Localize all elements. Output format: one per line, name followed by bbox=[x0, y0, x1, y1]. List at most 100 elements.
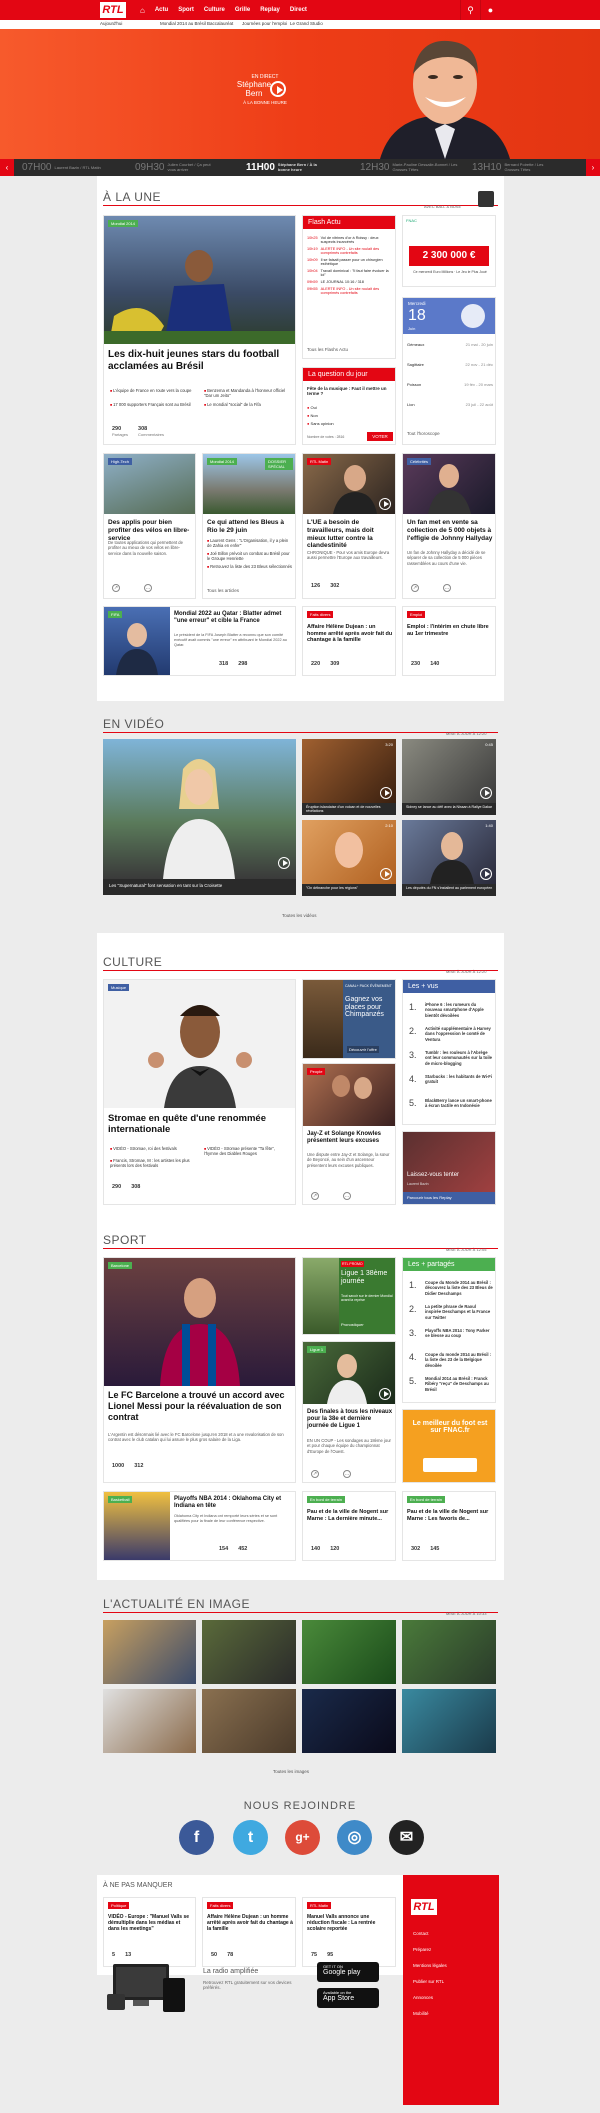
comment-icon[interactable]: … bbox=[343, 1470, 351, 1478]
category-tag[interactable]: Politique bbox=[108, 1902, 130, 1909]
category-tag[interactable]: High-Tech bbox=[108, 458, 133, 465]
share-icon[interactable]: ↗ bbox=[112, 584, 120, 592]
video-card[interactable]: 1:40 Les députés du FN s'installent au p… bbox=[402, 820, 496, 896]
instagram-icon[interactable]: ◎ bbox=[337, 1820, 372, 1855]
ranked-link[interactable]: Mondial 2014 au Brésil : Franck Ribéry "… bbox=[425, 1376, 493, 1392]
gallery-image[interactable] bbox=[202, 1689, 296, 1753]
footer-link[interactable]: Publier sur RTL bbox=[413, 1979, 444, 1984]
article-card[interactable]: High-Tech Des applis pour bien profiter … bbox=[103, 453, 196, 599]
category-tag[interactable]: RTL Matin bbox=[307, 1902, 332, 1909]
footer-logo[interactable]: RTL bbox=[411, 1899, 437, 1915]
lead-article-title[interactable]: Stromae en quête d'une renommée internat… bbox=[108, 1113, 288, 1136]
article-title[interactable]: Playoffs NBA 2014 : Oklahoma City et Ind… bbox=[174, 1496, 292, 1510]
related-link[interactable]: Laurent Gens : "L'Organisation, il y a p… bbox=[207, 538, 293, 549]
play-icon[interactable] bbox=[480, 868, 492, 880]
ad-cta[interactable]: Découvrir l'offre bbox=[347, 1046, 379, 1053]
play-icon[interactable] bbox=[379, 1388, 391, 1400]
lead-article-card[interactable]: Mondial 2014 Les dix-huit jeunes stars d… bbox=[103, 215, 296, 445]
related-link[interactable]: 17 000 supporters Français sont au Brési… bbox=[110, 402, 195, 407]
footer-link[interactable]: Mentions légales bbox=[413, 1963, 447, 1968]
category-tag[interactable]: FIFA bbox=[108, 611, 123, 618]
lead-article-title[interactable]: Les dix-huit jeunes stars du football ac… bbox=[108, 349, 288, 373]
video-title[interactable]: Sidney se lance au défi avec la Nissan à… bbox=[406, 805, 494, 809]
category-tag[interactable]: Ligue 1 bbox=[307, 1346, 327, 1353]
ranked-link[interactable]: Coupe du monde 2014 au Brésil : la liste… bbox=[425, 1352, 493, 1368]
category-tag[interactable]: Musique bbox=[108, 984, 130, 991]
video-title[interactable]: Les députés du FN s'installent au parlem… bbox=[406, 886, 494, 890]
nav-culture[interactable]: Culture bbox=[204, 7, 225, 13]
video-title[interactable]: "On débranche pour les régions" bbox=[306, 886, 394, 890]
google-plus-icon[interactable]: g+ bbox=[285, 1820, 320, 1855]
share-icon[interactable]: ↗ bbox=[411, 584, 419, 592]
ranked-link[interactable]: iPhone 6 : les rumeurs du nouveau smartp… bbox=[425, 1002, 493, 1018]
nav-actu[interactable]: Actu bbox=[155, 7, 168, 13]
related-link[interactable]: L'équipe de France en route vers la coup… bbox=[110, 388, 195, 393]
rtl-logo[interactable]: RTL bbox=[100, 2, 126, 18]
video-card[interactable]: 2:10 "On débranche pour les régions" bbox=[302, 820, 396, 896]
related-link[interactable]: Joé Billon prévoit un combat au Brésil p… bbox=[207, 551, 293, 562]
article-card[interactable]: Faits divers Affaire Hélène Dujean : un … bbox=[202, 1897, 296, 1967]
schedule-item[interactable]: 07H00 Laurent Bazin / RTL Matin bbox=[22, 162, 102, 173]
comment-icon[interactable]: … bbox=[144, 584, 152, 592]
gallery-image[interactable] bbox=[302, 1689, 396, 1753]
user-icon[interactable]: ● bbox=[480, 0, 500, 20]
article-title[interactable]: Affaire Hélène Dujean : un homme arrêté … bbox=[307, 624, 393, 644]
video-card[interactable]: 3:20 Éruption islandaise d'un volcan et … bbox=[302, 739, 396, 815]
article-card[interactable]: Mondial 2014 DOSSIER SPÉCIAL Ce qui atte… bbox=[202, 453, 296, 599]
vote-button[interactable]: VOTER bbox=[367, 432, 393, 441]
article-card[interactable]: Ligue 1 Des finales à tous les niveaux p… bbox=[302, 1341, 396, 1483]
related-link[interactable]: Francis, Stromae, M : les artistes les p… bbox=[110, 1158, 195, 1169]
related-link[interactable]: VIDÉO - Stromae, roi des festivals bbox=[110, 1146, 195, 1151]
category-tag[interactable]: Faits divers bbox=[207, 1902, 234, 1909]
play-icon[interactable] bbox=[278, 857, 290, 869]
category-tag[interactable]: Emploi bbox=[407, 611, 426, 618]
replay-promo[interactable]: Laissez-vous tenter Laurent Bazin Parcou… bbox=[402, 1131, 496, 1205]
article-card[interactable]: En bord de terrain Pau et de la ville de… bbox=[402, 1491, 496, 1561]
play-icon[interactable] bbox=[480, 787, 492, 799]
chevron-right-icon[interactable]: › bbox=[586, 159, 600, 176]
sign-item[interactable]: Lion 23 juil - 22 août bbox=[407, 402, 493, 422]
comment-icon[interactable]: … bbox=[443, 584, 451, 592]
replay-button[interactable]: Parcourir tous les Replay bbox=[403, 1192, 495, 1204]
related-link[interactable]: Le mondial "social" de la Fifa bbox=[204, 402, 289, 407]
ranked-link[interactable]: BlackBerry lance un smart-phone à écran … bbox=[425, 1098, 493, 1109]
live-hero-banner[interactable]: EN DIRECT Stéphane Bern À LA BONNE HEURE bbox=[0, 29, 600, 159]
lead-article-title[interactable]: Le FC Barcelone a trouvé un accord avec … bbox=[108, 1390, 292, 1422]
gallery-image[interactable] bbox=[103, 1689, 196, 1753]
nav-replay[interactable]: Replay bbox=[260, 7, 280, 13]
jackpot-ad[interactable]: FNAC 2 300 000 € Ce mercredi Euro Millio… bbox=[402, 215, 496, 287]
category-tag[interactable]: Barcelone bbox=[108, 1262, 133, 1269]
ranked-link[interactable]: Starbucks : les habitants de Wi-Fi gratu… bbox=[425, 1074, 493, 1085]
gallery-image[interactable] bbox=[202, 1620, 296, 1684]
subbar-link[interactable]: Baccalauréat bbox=[207, 21, 233, 26]
video-title[interactable]: Les "Supernatural" font sensation en tan… bbox=[109, 883, 222, 888]
category-tag[interactable]: En bord de terrain bbox=[407, 1496, 446, 1503]
chevron-left-icon[interactable]: ‹ bbox=[0, 159, 14, 176]
category-tag[interactable]: Mondial 2014 bbox=[108, 220, 139, 227]
canal-ad[interactable]: CANAL+ PACK ÉVÈNEMENT Gagnez vos places … bbox=[302, 979, 396, 1059]
google-play-button[interactable]: GET IT ON Google play bbox=[317, 1962, 379, 1982]
subbar-link[interactable]: Mondial 2014 au Brésil bbox=[160, 21, 206, 26]
comment-icon[interactable]: … bbox=[343, 1192, 351, 1200]
lead-video-card[interactable]: Les "Supernatural" font sensation en tan… bbox=[103, 739, 296, 895]
poll-option[interactable]: ● Sans opinion bbox=[307, 420, 334, 428]
ranked-link[interactable]: Activité supplémentaire à Harvey dans l'… bbox=[425, 1026, 493, 1042]
schedule-item[interactable]: 12H30 Marie-Pauline Dessalle-Bonnet / Les… bbox=[360, 162, 462, 173]
flash-item[interactable]: 09h59 LE JOURNAL 10:16 / 318 bbox=[307, 280, 393, 284]
article-card[interactable]: Faits divers Affaire Hélène Dujean : un … bbox=[302, 606, 396, 676]
home-icon[interactable]: ⌂ bbox=[140, 6, 145, 15]
category-tag[interactable]: Célébrités bbox=[407, 458, 432, 465]
article-title[interactable]: Affaire Hélène Dujean : un homme arrêté … bbox=[207, 1914, 293, 1932]
article-card[interactable]: FIFA Mondial 2022 au Qatar : Blatter adm… bbox=[103, 606, 296, 676]
article-card[interactable]: Emploi Emploi : l'intérim en chute libre… bbox=[402, 606, 496, 676]
footer-link[interactable]: Annonces bbox=[413, 1995, 433, 2000]
category-tag[interactable]: Mondial 2014 bbox=[207, 458, 238, 465]
gallery-image[interactable] bbox=[402, 1689, 496, 1753]
share-icon[interactable]: ↗ bbox=[311, 1192, 319, 1200]
related-link[interactable]: Benzema et Mandanda à l'honneur officiel… bbox=[204, 388, 289, 399]
play-icon[interactable] bbox=[270, 81, 286, 97]
flash-item[interactable]: 10h25 Vol de vitrines d'or à Roissy : deu… bbox=[307, 236, 393, 244]
schedule-item[interactable]: 09H30 Julien Courbet / Ça peut vous arriv… bbox=[135, 162, 215, 173]
sign-item[interactable]: Sagittaire 22 nov - 21 déc bbox=[407, 362, 493, 382]
article-card[interactable]: RTL Matin Manuel Valls annonce une réduc… bbox=[302, 1897, 396, 1967]
